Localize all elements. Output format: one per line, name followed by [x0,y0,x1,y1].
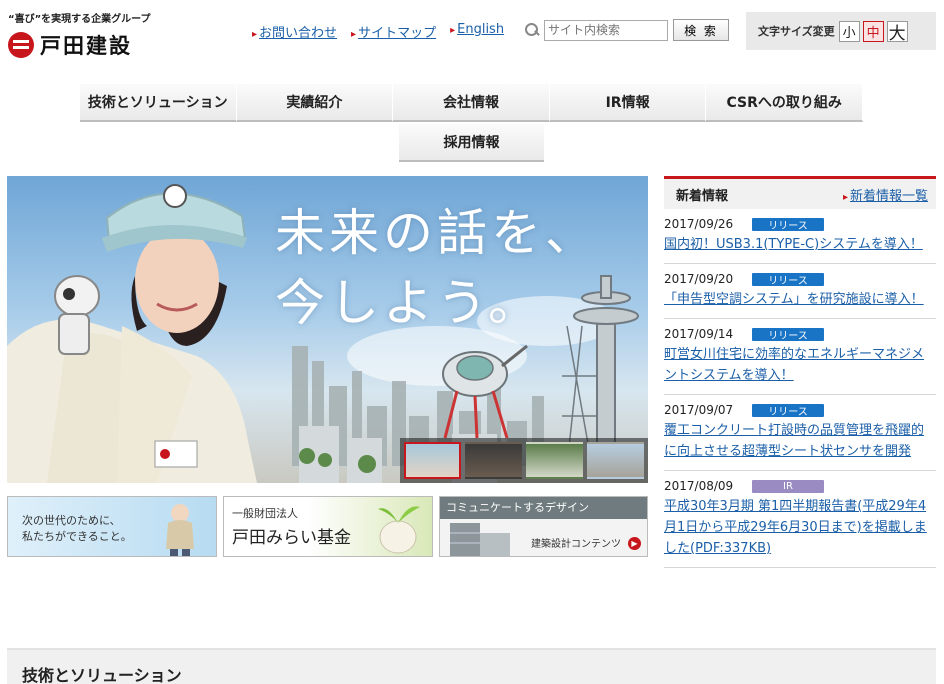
logo-brand: 戸田建設 [8,30,158,60]
header-links: お問い合わせ サイトマップ English [252,22,504,41]
banner2-title: 戸田みらい基金 [232,528,351,548]
hero-headline: 未来の話を、 今しよう。 [275,198,599,338]
news-item: 2017/09/20 リリース 「申告型空調システム」を研究施設に導入！ [664,264,936,319]
banner1-text: 次の世代のために、 私たちができること。 [22,513,132,545]
technology-section: 技術とソリューション [7,648,936,684]
sitemap-link[interactable]: サイトマップ [351,22,436,41]
hero-headline-line2: 今しよう。 [275,274,542,332]
architecture-design-banner[interactable]: コミュニケートするデザイン 建築設計コンテンツ ▶ [439,496,648,557]
hero-headline-line1: 未来の話を、 [275,204,599,262]
nav-item-company[interactable]: 会社情報 [393,84,550,122]
banner1-line2: 私たちができること。 [22,530,132,543]
news-item: 2017/09/07 リリース 覆工コンクリート打設時の品質管理を飛躍的に向上さ… [664,395,936,471]
news-panel: 新着情報 新着情報一覧 2017/09/26 リリース 国内初！USB3.1(T… [664,176,936,568]
news-item: 2017/09/26 リリース 国内初！USB3.1(TYPE-C)システムを導… [664,209,936,264]
next-generation-banner[interactable]: 次の世代のために、 私たちができること。 [7,496,217,557]
nav-item-ir[interactable]: IR情報 [549,84,707,122]
font-size-small-button[interactable]: 小 [838,20,860,42]
news-link[interactable]: 国内初！USB3.1(TYPE-C)システムを導入！ [664,234,936,255]
banner3-subtitle: 建築設計コンテンツ [531,539,621,550]
nav-item-projects[interactable]: 実績紹介 [236,84,394,122]
hero-thumbnail-1[interactable] [404,442,461,479]
nav-item-recruit[interactable]: 採用情報 [399,124,544,162]
logo-mark-icon [8,32,34,58]
english-link[interactable]: English [450,22,504,41]
hero-thumbnail-2[interactable] [465,442,522,479]
banner3-title: コミュニケートするデザイン [440,497,647,519]
hero-banner[interactable]: 未来の話を、 今しよう。 [7,176,648,483]
global-nav: 技術とソリューション 実績紹介 会社情報 IR情報 CSRへの取り組み [80,84,863,122]
nav-item-csr[interactable]: CSRへの取り組み [706,84,863,122]
hero-thumbnail-3[interactable] [526,442,583,479]
news-link[interactable]: 平成30年3月期 第1四半期報告書(平成29年4月1日から平成29年6月30日ま… [664,496,936,559]
news-item-meta: 2017/09/14 リリース [664,326,936,342]
hero-thumbnail-4[interactable] [587,442,644,479]
child-illustration [166,504,194,556]
toda-mirai-fund-banner[interactable]: 一般財団法人 戸田みらい基金 [223,496,433,557]
news-link[interactable]: 覆工コンクリート打設時の品質管理を飛躍的に向上させる超薄型シート状センサを開発 [664,420,936,462]
contact-link[interactable]: お問い合わせ [252,22,337,41]
news-badge: IR [752,479,824,493]
news-date: 2017/08/09 [664,479,734,493]
news-item-meta: 2017/08/09 IR [664,478,936,494]
news-badge: リリース [752,327,824,342]
news-link[interactable]: 「申告型空調システム」を研究施設に導入！ [664,289,936,310]
font-size-switcher: 文字サイズ変更 小 中 大 [746,12,936,50]
news-item-meta: 2017/09/20 リリース [664,271,936,287]
news-title: 新着情報 [676,188,729,204]
building-illustration [450,523,510,556]
news-item: 2017/08/09 IR 平成30年3月期 第1四半期報告書(平成29年4月1… [664,471,936,568]
search-button[interactable]: 検 索 [673,19,729,41]
font-size-medium-button[interactable]: 中 [862,20,884,42]
site-search: 検 索 [524,19,729,41]
search-input[interactable] [544,19,668,41]
news-date: 2017/09/20 [664,272,734,286]
brand-name: 戸田建設 [40,33,132,58]
site-logo[interactable]: “喜び”を実現する企業グループ 戸田建設 [8,10,158,60]
news-badge: リリース [752,272,824,287]
arrow-right-icon: ▶ [628,537,641,550]
search-icon [524,22,540,38]
hero-thumbnails [400,438,648,483]
news-date: 2017/09/07 [664,403,734,417]
news-item: 2017/09/14 リリース 町営女川住宅に効率的なエネルギーマネジメントシス… [664,319,936,395]
news-header: 新着情報 新着情報一覧 [664,176,936,209]
news-date: 2017/09/14 [664,327,734,341]
font-size-large-button[interactable]: 大 [886,20,908,44]
font-size-label: 文字サイズ変更 [758,25,835,38]
banner2-small-text: 一般財団法人 [232,507,298,520]
news-item-meta: 2017/09/26 リリース [664,216,936,232]
banner1-line1: 次の世代のために、 [22,514,121,527]
news-badge: リリース [752,403,824,418]
nav-item-technology[interactable]: 技術とソリューション [80,84,237,122]
section-heading: 技術とソリューション [22,666,182,684]
logo-tagline: “喜び”を実現する企業グループ [8,14,151,25]
news-badge: リリース [752,217,824,232]
news-list-link[interactable]: 新着情報一覧 [843,185,928,204]
news-date: 2017/09/26 [664,217,734,231]
news-item-meta: 2017/09/07 リリース [664,402,936,418]
egg-sprout-illustration [378,506,420,554]
news-link[interactable]: 町営女川住宅に効率的なエネルギーマネジメントシステムを導入！ [664,344,936,386]
